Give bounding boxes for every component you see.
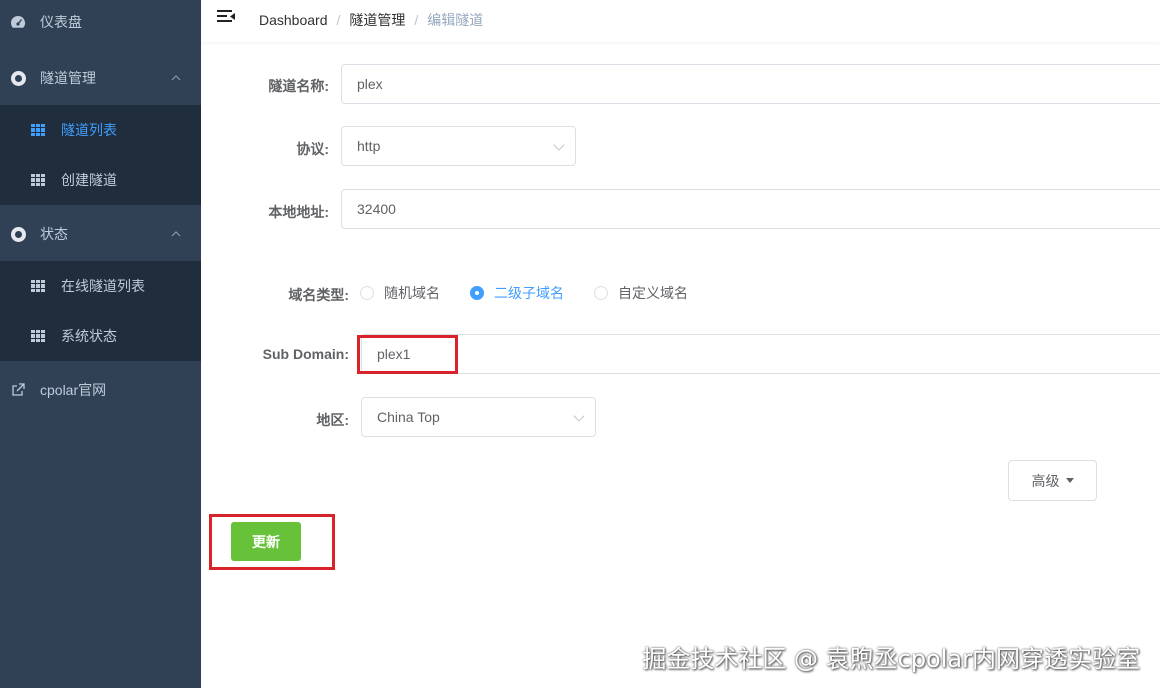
sidebar-item-label: 系统状态	[61, 328, 117, 344]
grid-icon	[31, 124, 45, 136]
local-address-label: 本地地址:	[268, 204, 329, 220]
highlight-box-subdomain	[357, 335, 458, 374]
radio-custom-domain[interactable]: 自定义域名	[594, 283, 688, 303]
sidebar-item-online-tunnels[interactable]: 在线隧道列表	[0, 261, 201, 311]
advanced-label: 高级	[1031, 472, 1060, 489]
hamburger-menu-icon[interactable]	[217, 9, 235, 25]
breadcrumb-separator: /	[414, 12, 419, 28]
lifebuoy-icon	[10, 70, 26, 86]
tunnel-name-label: 隧道名称:	[268, 78, 329, 94]
sidebar-item-label: cpolar官网	[40, 382, 107, 398]
sidebar-item-tunnel-management[interactable]: 隧道管理	[0, 52, 201, 104]
sidebar-item-system-status[interactable]: 系统状态	[0, 311, 201, 361]
local-address-value: 32400	[357, 201, 396, 217]
caret-down-icon	[1065, 478, 1074, 483]
sidebar-item-label: 状态	[40, 226, 68, 242]
tunnel-name-input[interactable]: plex	[341, 64, 1160, 104]
sidebar-item-label: 仪表盘	[40, 14, 82, 30]
lifebuoy-icon	[10, 226, 26, 242]
grid-icon	[31, 330, 45, 342]
radio-label: 随机域名	[384, 285, 440, 301]
external-link-icon	[10, 382, 26, 398]
sidebar: 仪表盘 隧道管理 隧道列表 创建隧道 状态 在线隧道列表 系统状态 cpolar…	[0, 0, 201, 688]
local-address-input[interactable]: 32400	[341, 189, 1160, 229]
chevron-up-icon	[171, 72, 181, 84]
protocol-value: http	[357, 138, 381, 154]
sidebar-item-label: 创建隧道	[61, 172, 117, 188]
region-value: China Top	[377, 409, 440, 425]
grid-icon	[31, 280, 45, 292]
sidebar-item-label: 隧道列表	[61, 122, 117, 138]
tunnel-name-value: plex	[357, 76, 383, 92]
radio-checked-icon	[470, 286, 484, 300]
protocol-select[interactable]: http	[341, 126, 576, 166]
submenu-status: 在线隧道列表 系统状态	[0, 261, 201, 361]
grid-icon	[31, 174, 45, 186]
breadcrumb: Dashboard / 隧道管理 / 编辑隧道	[259, 10, 483, 30]
radio-label: 二级子域名	[494, 285, 564, 301]
watermark-text: 掘金技术社区 @ 袁煦丞cpolar内网穿透实验室	[642, 645, 1140, 673]
gauge-icon	[10, 14, 26, 30]
sub-domain-label: Sub Domain:	[262, 346, 349, 362]
radio-subdomain[interactable]: 二级子域名	[470, 283, 564, 303]
domain-type-radio-group: 随机域名 二级子域名 自定义域名	[360, 283, 718, 303]
sidebar-item-label: 隧道管理	[40, 70, 96, 86]
sidebar-item-label: 在线隧道列表	[61, 278, 145, 294]
region-select[interactable]: China Top	[361, 397, 596, 437]
submenu-tunnel-management: 隧道列表 创建隧道	[0, 105, 201, 205]
sidebar-item-tunnel-list[interactable]: 隧道列表	[0, 105, 201, 155]
radio-random-domain[interactable]: 随机域名	[360, 283, 440, 303]
chevron-up-icon	[171, 228, 181, 240]
sidebar-item-dashboard[interactable]: 仪表盘	[0, 0, 201, 48]
breadcrumb-separator: /	[336, 12, 341, 28]
domain-type-label: 域名类型:	[288, 287, 349, 303]
highlight-box-update	[209, 514, 335, 570]
protocol-label: 协议:	[296, 141, 329, 157]
sidebar-item-cpolar-site[interactable]: cpolar官网	[0, 364, 201, 416]
breadcrumb-item-dashboard[interactable]: Dashboard	[259, 12, 328, 28]
chevron-down-icon	[573, 410, 585, 422]
breadcrumb-item-tunnel-management[interactable]: 隧道管理	[349, 10, 405, 30]
radio-circle-icon	[594, 286, 608, 300]
sidebar-item-status[interactable]: 状态	[0, 208, 201, 260]
sub-domain-input[interactable]: plex1	[361, 334, 1160, 374]
chevron-down-icon	[553, 139, 565, 151]
radio-label: 自定义域名	[618, 285, 688, 301]
region-label: 地区:	[316, 412, 349, 428]
advanced-button[interactable]: 高级	[1008, 460, 1097, 501]
radio-circle-icon	[360, 286, 374, 300]
sidebar-item-create-tunnel[interactable]: 创建隧道	[0, 155, 201, 205]
top-navbar: Dashboard / 隧道管理 / 编辑隧道	[201, 0, 1160, 42]
breadcrumb-item-edit-tunnel: 编辑隧道	[427, 12, 484, 28]
